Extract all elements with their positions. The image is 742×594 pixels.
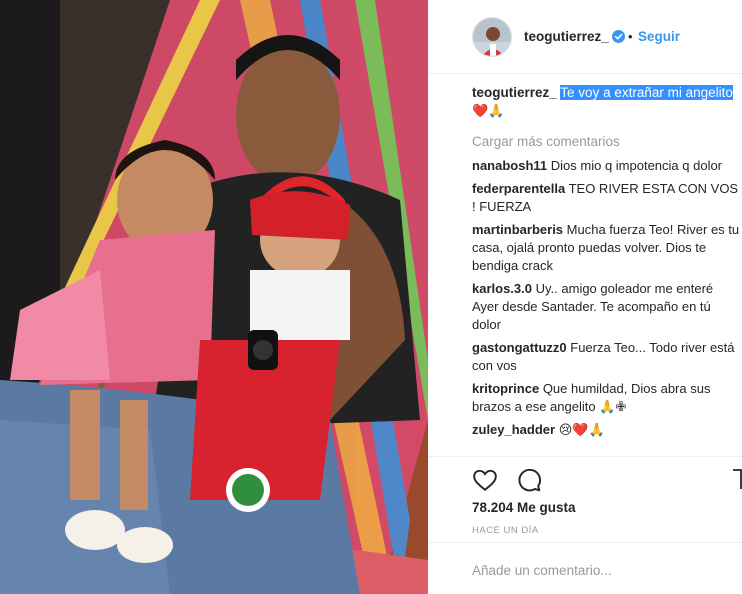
post-actions: 78.204 Me gusta HACE UN DÍA: [428, 456, 742, 542]
comment-username[interactable]: kritoprince: [472, 381, 539, 396]
load-more-comments-button[interactable]: Cargar más comentarios: [472, 134, 742, 149]
comment: karlos.3.0 Uy.. amigo goleador me enteré…: [472, 280, 742, 334]
comment-username[interactable]: federparentella: [472, 181, 565, 196]
post-header: teogutierrez_ • Seguir: [428, 0, 742, 74]
comment: federparentella TEO RIVER ESTA CON VOS !…: [472, 180, 742, 216]
comment-icon[interactable]: [516, 467, 542, 493]
comment-username[interactable]: gastongattuzz0: [472, 340, 567, 355]
heart-icon[interactable]: [472, 467, 498, 493]
comment-username[interactable]: karlos.3.0: [472, 281, 532, 296]
comment: martinbarberis Mucha fuerza Teo! River e…: [472, 221, 742, 275]
comment: zuley_hadder 😢❤️🙏: [472, 421, 742, 439]
add-comment-bar: Añade un comentario...: [428, 542, 742, 594]
post-photo[interactable]: [0, 0, 428, 594]
add-comment-input[interactable]: Añade un comentario...: [472, 563, 612, 578]
comment-username[interactable]: nanabosh11: [472, 158, 547, 173]
verified-badge-icon: [612, 30, 625, 43]
header-username[interactable]: teogutierrez_: [524, 29, 609, 44]
follow-button[interactable]: Seguir: [638, 29, 680, 44]
comments-list: teogutierrez_ Te voy a extrañar mi angel…: [472, 84, 742, 454]
post-timestamp[interactable]: HACE UN DÍA: [472, 525, 539, 536]
header-separator: •: [628, 29, 633, 44]
caption: teogutierrez_ Te voy a extrañar mi angel…: [472, 84, 742, 120]
caption-text: Te voy a extrañar mi angelito: [560, 85, 733, 100]
comment: gastongattuzz0 Fuerza Teo... Todo river …: [472, 339, 742, 375]
avatar[interactable]: [472, 17, 512, 57]
bookmark-icon[interactable]: [732, 467, 742, 493]
caption-emojis: ❤️🙏: [472, 103, 505, 119]
likes-count[interactable]: 78.204 Me gusta: [472, 500, 576, 515]
caption-username[interactable]: teogutierrez_: [472, 85, 557, 100]
comment-text: Dios mio q impotencia q dolor: [550, 158, 723, 174]
photo-illustration: [0, 0, 428, 594]
comment-username[interactable]: zuley_hadder: [472, 422, 555, 437]
comment-username[interactable]: martinbarberis: [472, 222, 563, 237]
comment-text: 😢❤️🙏: [558, 422, 605, 438]
comment: kritoprince Que humildad, Dios abra sus …: [472, 380, 742, 416]
comment: nanabosh11 Dios mio q impotencia q dolor: [472, 157, 742, 175]
post-sidebar: teogutierrez_ • Seguir teogutierrez_ Te …: [428, 0, 742, 594]
